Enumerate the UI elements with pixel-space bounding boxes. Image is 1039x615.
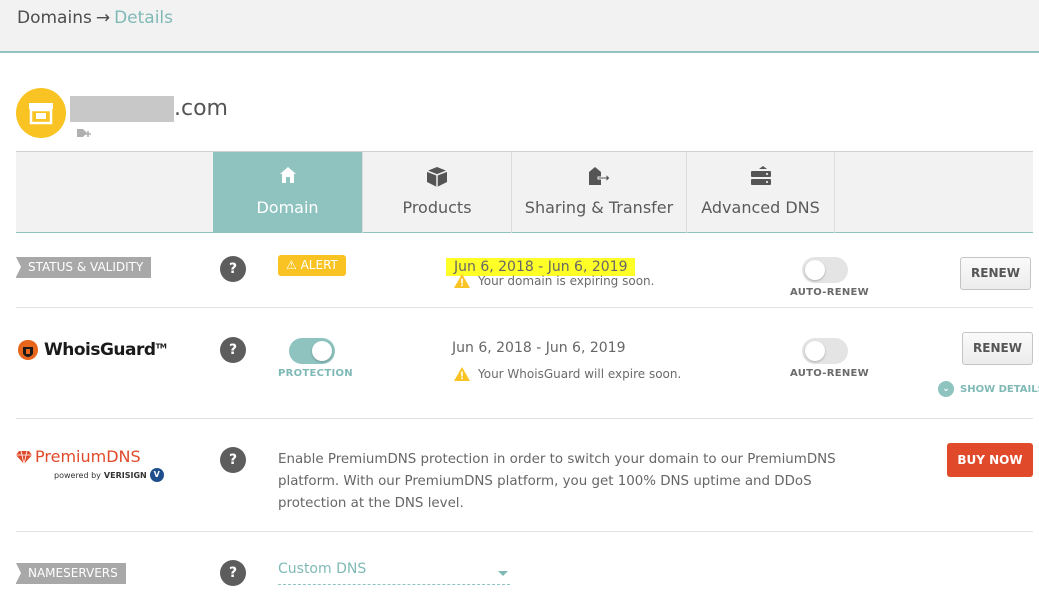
domain-expiring-warning: Your domain is expiring soon. <box>454 274 654 288</box>
tag-add-icon[interactable] <box>76 128 92 143</box>
top-bar: Domains → Details <box>0 0 1039 53</box>
alert-badge-label: ALERT <box>300 258 338 272</box>
toggle-knob <box>805 260 825 280</box>
buy-now-button[interactable]: BUY NOW <box>947 443 1033 477</box>
whoisguard-help-icon[interactable]: ? <box>220 337 246 363</box>
domain-tld: .com <box>174 96 228 121</box>
warning-icon: ⚠ <box>286 258 297 272</box>
tab-advanced-dns-label: Advanced DNS <box>701 198 820 217</box>
server-icon <box>687 166 834 190</box>
shop-icon <box>16 88 66 138</box>
tab-products-label: Products <box>402 198 472 217</box>
powered-by-text: powered by <box>54 470 101 480</box>
home-icon <box>213 166 362 190</box>
breadcrumb-domains-link[interactable]: Domains <box>17 8 92 28</box>
tab-sharing-transfer-label: Sharing & Transfer <box>524 198 674 217</box>
tab-domain-label: Domain <box>256 198 319 217</box>
warning-icon <box>454 274 470 288</box>
domain-auto-renew-label: AUTO-RENEW <box>790 287 869 298</box>
whoisguard-validity-dates: Jun 6, 2018 - Jun 6, 2019 <box>452 340 626 356</box>
tab-advanced-dns[interactable]: Advanced DNS <box>686 152 834 233</box>
status-validity-row: STATUS & VALIDITY ? ⚠ ALERT Jun 6, 2018 … <box>16 233 1033 308</box>
whoisguard-auto-renew-label: AUTO-RENEW <box>790 368 869 379</box>
nameserver-type-value: Custom DNS <box>278 561 367 577</box>
domain-renew-button[interactable]: RENEW <box>960 257 1031 290</box>
whoisguard-renew-button[interactable]: RENEW <box>962 332 1033 365</box>
warning-icon <box>454 367 470 381</box>
whoisguard-row: WhoisGuardTM ? PROTECTION Jun 6, 2018 - … <box>16 308 1039 419</box>
tab-sharing-transfer[interactable]: Sharing & Transfer <box>511 152 686 233</box>
nameservers-label: NAMESERVERS <box>16 563 126 584</box>
toggle-knob <box>312 341 332 361</box>
nameserver-type-select[interactable]: Custom DNS <box>278 561 510 585</box>
premiumdns-logo-text: PremiumDNS <box>35 447 141 466</box>
domain-name-redacted <box>70 96 174 122</box>
show-details-link[interactable]: ⌄ SHOW DETAILS <box>938 381 1039 397</box>
status-validity-label: STATUS & VALIDITY <box>16 257 152 278</box>
premiumdns-logo: PremiumDNS powered by VERISIGN V <box>16 447 164 482</box>
domain-auto-renew-toggle[interactable] <box>802 257 848 283</box>
whoisguard-logo-text: WhoisGuard <box>44 340 156 360</box>
toggle-knob <box>805 341 825 361</box>
tab-divider <box>834 152 835 233</box>
breadcrumb: Domains → Details <box>17 8 173 28</box>
premiumdns-row: PremiumDNS powered by VERISIGN V ? Enabl… <box>16 419 1033 532</box>
verisign-badge-icon: V <box>149 468 164 482</box>
whoisguard-protection-label: PROTECTION <box>278 368 353 379</box>
tab-products[interactable]: Products <box>362 152 511 233</box>
whoisguard-expiring-warning: Your WhoisGuard will expire soon. <box>454 367 681 381</box>
tab-domain[interactable]: Domain <box>213 152 362 233</box>
chevron-down-icon: ⌄ <box>938 381 954 397</box>
whoisguard-auto-renew-toggle[interactable] <box>802 338 848 364</box>
premiumdns-description: Enable PremiumDNS protection in order to… <box>278 452 836 511</box>
whoisguard-protection-toggle[interactable] <box>289 338 335 364</box>
nameservers-help-icon[interactable]: ? <box>220 560 246 586</box>
domain-expiring-text: Your domain is expiring soon. <box>478 274 655 288</box>
diamond-icon <box>16 450 32 464</box>
nameservers-row: NAMESERVERS ? Custom DNS <box>16 532 1033 602</box>
box-icon <box>363 166 511 190</box>
breadcrumb-current: Details <box>114 8 174 28</box>
alert-badge: ⚠ ALERT <box>278 255 346 276</box>
whoisguard-expiring-text: Your WhoisGuard will expire soon. <box>478 367 682 381</box>
whoisguard-tm: TM <box>155 342 167 351</box>
premiumdns-help-icon[interactable]: ? <box>220 447 246 473</box>
tab-bar: Domain Products Sharing & Transfer Advan… <box>16 151 1033 233</box>
whoisguard-shield-icon <box>18 340 38 360</box>
breadcrumb-arrow: → <box>95 8 111 28</box>
status-help-icon[interactable]: ? <box>220 256 246 282</box>
transfer-icon <box>512 166 686 190</box>
whoisguard-logo: WhoisGuardTM <box>16 339 167 361</box>
verisign-text: VERISIGN <box>103 470 147 480</box>
show-details-label: SHOW DETAILS <box>960 383 1039 395</box>
chevron-down-icon <box>498 571 508 576</box>
